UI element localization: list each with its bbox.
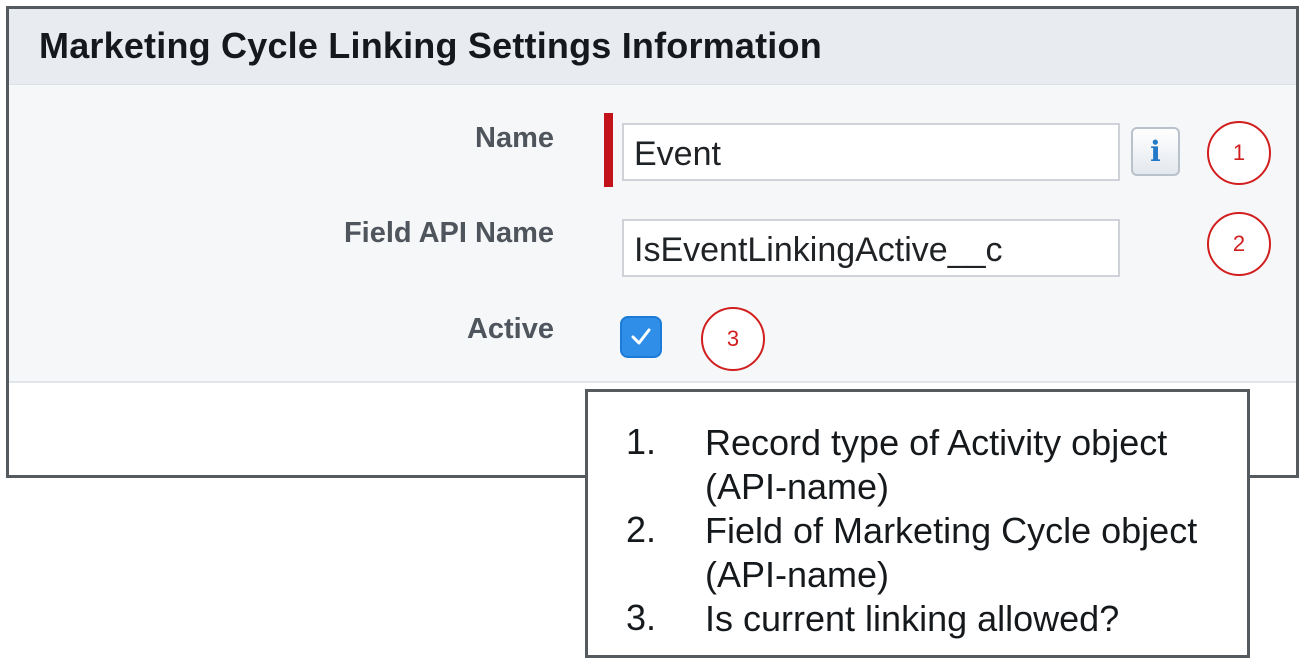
field-api-name-input[interactable]: IsEventLinkingActive__c: [622, 219, 1120, 277]
active-checkbox[interactable]: [620, 316, 662, 358]
callout-1: 1: [1207, 121, 1271, 185]
legend-number: 3.: [626, 597, 657, 638]
legend-number: 1.: [626, 421, 657, 462]
field-api-name-label: Field API Name: [343, 217, 554, 249]
legend-text: Record type of Activity object (API-name…: [705, 422, 1168, 507]
active-label: Active: [466, 313, 554, 345]
name-input[interactable]: Event: [622, 123, 1120, 181]
callout-2: 2: [1207, 212, 1271, 276]
legend-number: 2.: [626, 509, 657, 550]
legend-text: Field of Marketing Cycle object (API-nam…: [705, 510, 1198, 595]
info-button[interactable]: i: [1131, 127, 1180, 176]
info-icon: i: [1150, 135, 1161, 168]
panel-header: Marketing Cycle Linking Settings Informa…: [9, 9, 1296, 85]
callout-3: 3: [701, 307, 765, 371]
legend-text: Is current linking allowed?: [705, 598, 1120, 639]
panel-title: Marketing Cycle Linking Settings Informa…: [39, 25, 822, 66]
checkmark-icon: [631, 328, 651, 345]
legend-box: 1. Record type of Activity object (API-n…: [585, 389, 1250, 658]
name-label: Name: [475, 122, 554, 154]
required-indicator: [604, 113, 613, 187]
